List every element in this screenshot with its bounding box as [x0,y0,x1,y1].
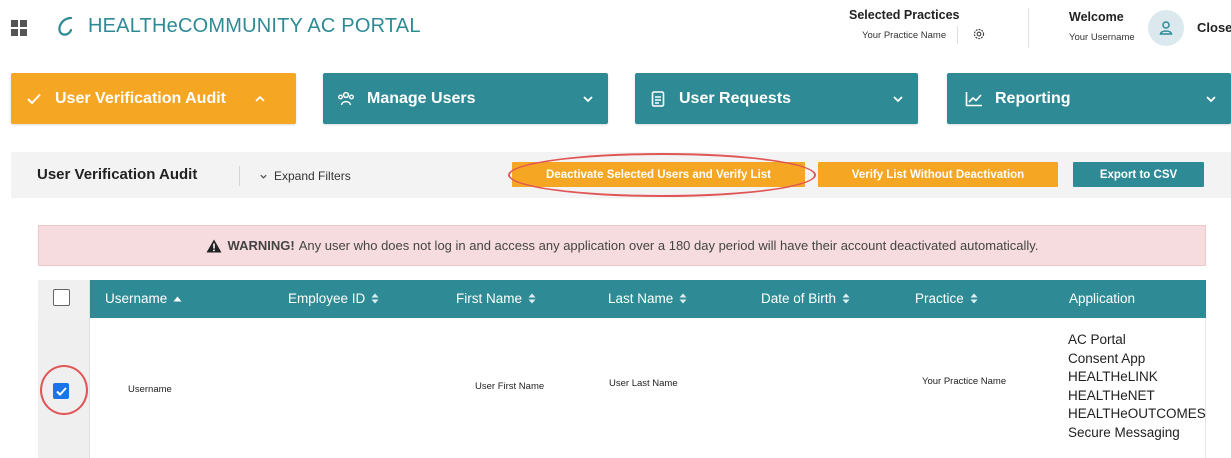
divider [1028,8,1029,48]
logo-icon [58,16,73,36]
warning-message: Any user who does not log in and access … [298,238,1039,253]
sort-icon [842,293,850,304]
cell-username: Username [128,384,172,395]
chevron-down-icon [892,93,904,105]
sort-up-icon [173,296,182,302]
column-header-practice[interactable]: Practice [915,291,978,306]
gear-icon[interactable] [972,27,986,41]
close-link[interactable]: Close [1197,20,1231,35]
sort-icon [528,293,536,304]
chevron-down-icon [582,93,594,105]
nav-manage-users[interactable]: Manage Users [323,73,608,124]
chevron-down-icon [260,175,267,180]
column-header-first-name[interactable]: First Name [456,291,536,306]
welcome-label: Welcome [1069,10,1124,24]
column-label: Last Name [608,291,674,306]
app-title: HEALTHeCOMMUNITY AC PORTAL [88,15,421,37]
checkmark-icon [55,386,67,396]
expand-filters-toggle[interactable]: Expand Filters [259,169,351,183]
users-icon [337,90,355,108]
nav-user-verification-audit[interactable]: User Verification Audit [11,73,296,124]
cell-practice: Your Practice Name [922,376,1007,387]
app-grid-icon[interactable] [11,20,27,36]
application-item: HEALTHeNET [1068,387,1155,403]
cell-last-name: User Last Name [609,378,678,389]
column-header-username[interactable]: Username [105,291,182,306]
document-icon [649,90,667,108]
application-item: Secure Messaging [1068,424,1180,440]
nav-label: User Requests [679,89,792,107]
nav-label: Reporting [995,89,1071,107]
application-item: Consent App [1068,350,1146,366]
selected-practices-label: Selected Practices [849,8,960,22]
select-all-checkbox[interactable] [53,289,70,306]
column-header-application: Application [1069,291,1135,306]
application-item: HEALTHeLINK [1068,369,1158,385]
warning-strong: WARNING! [227,238,295,253]
column-label: Application [1069,291,1136,306]
nav-label: User Verification Audit [55,89,226,107]
selected-practice-value[interactable]: Your Practice Name [862,30,946,41]
username-label: Your Username [1069,32,1135,43]
verify-without-deactivation-button[interactable]: Verify List Without Deactivation [818,162,1058,187]
column-label: First Name [456,291,523,306]
nav-user-requests[interactable]: User Requests [635,73,918,124]
warning-icon [206,239,222,252]
column-header-employee-id[interactable]: Employee ID [288,291,379,306]
application-item: AC Portal [1068,332,1126,347]
column-header-date-of-birth[interactable]: Date of Birth [761,291,850,306]
check-icon [25,90,43,108]
column-label: Username [105,291,168,306]
divider [239,166,240,186]
nav-label: Manage Users [367,89,476,107]
divider [957,26,958,44]
user-icon [1159,21,1173,35]
chart-icon [965,90,983,108]
column-label: Date of Birth [761,291,837,306]
column-label: Practice [915,291,964,306]
application-item: HEALTHeOUTCOMES [1068,406,1206,422]
page-title: User Verification Audit [37,166,198,183]
export-csv-button[interactable]: Export to CSV [1073,162,1204,187]
deactivate-and-verify-button[interactable]: Deactivate Selected Users and Verify Lis… [512,162,805,187]
warning-banner: WARNING! Any user who does not log in an… [38,225,1206,266]
expand-filters-label: Expand Filters [274,169,351,183]
nav-reporting[interactable]: Reporting [947,73,1231,124]
column-label: Employee ID [288,291,366,306]
sort-icon [679,293,687,304]
sort-icon [371,293,379,304]
sort-icon [970,293,978,304]
row-checkbox[interactable] [53,383,69,399]
chevron-up-icon [254,93,266,105]
chevron-down-icon [1205,93,1217,105]
cell-first-name: User First Name [475,381,545,392]
column-header-last-name[interactable]: Last Name [608,291,687,306]
avatar[interactable] [1148,10,1184,46]
cell-applications: AC Portal Consent App HEALTHeLINK HEALTH… [1068,331,1206,443]
